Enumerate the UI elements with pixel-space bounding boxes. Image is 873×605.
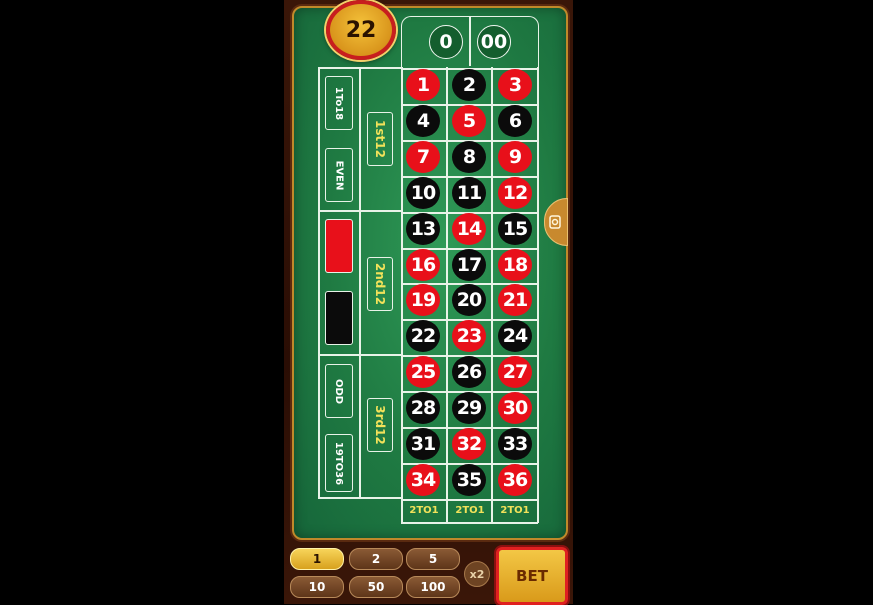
- bet-black[interactable]: [325, 291, 353, 345]
- bet-number-5[interactable]: 5: [452, 105, 486, 137]
- bet-number-2[interactable]: 2: [452, 69, 486, 101]
- table-grid-line: [318, 210, 402, 212]
- table-grid-line: [401, 522, 538, 524]
- bet-number-1[interactable]: 1: [406, 69, 440, 101]
- bet-number-21[interactable]: 21: [498, 284, 532, 316]
- bet-19-to-36-label: 19TO36: [333, 441, 345, 485]
- bet-1-to-18[interactable]: 1To18: [325, 76, 353, 130]
- bet-number-9[interactable]: 9: [498, 141, 532, 173]
- bet-number-24[interactable]: 24: [498, 320, 532, 352]
- bet-odd-label: ODD: [333, 378, 345, 404]
- bet-number-18[interactable]: 18: [498, 249, 532, 281]
- bet-number-34[interactable]: 34: [406, 464, 440, 496]
- bet-number-26[interactable]: 26: [452, 356, 486, 388]
- bet-column-1[interactable]: 2TO1: [401, 498, 447, 522]
- bet-column-2[interactable]: 2TO1: [447, 498, 493, 522]
- bet-number-25[interactable]: 25: [406, 356, 440, 388]
- bet-1-to-18-label: 1To18: [333, 86, 345, 120]
- bet-number-16[interactable]: 16: [406, 249, 440, 281]
- zero-divider: [469, 16, 471, 66]
- table-grid-line: [318, 497, 402, 499]
- chip-100[interactable]: 100: [406, 576, 460, 598]
- bet-number-27[interactable]: 27: [498, 356, 532, 388]
- chip-stack-icon: [549, 215, 561, 229]
- bet-number-30[interactable]: 30: [498, 392, 532, 424]
- bet-2nd-dozen-label: 2nd12: [373, 262, 387, 306]
- bet-number-28[interactable]: 28: [406, 392, 440, 424]
- bet-1st-dozen[interactable]: 1st12: [367, 112, 393, 166]
- table-grid-line: [359, 67, 361, 497]
- bet-number-14[interactable]: 14: [452, 213, 486, 245]
- table-grid-line: [401, 67, 403, 523]
- bet-3rd-dozen-label: 3rd12: [373, 405, 387, 445]
- bet-number-15[interactable]: 15: [498, 213, 532, 245]
- table-grid-line: [446, 67, 448, 523]
- bet-zero[interactable]: 0: [429, 25, 463, 59]
- table-grid-line: [318, 354, 402, 356]
- chip-10[interactable]: 10: [290, 576, 344, 598]
- bet-number-35[interactable]: 35: [452, 464, 486, 496]
- table-grid-line: [491, 67, 493, 523]
- bet-number-32[interactable]: 32: [452, 428, 486, 460]
- bet-3rd-dozen[interactable]: 3rd12: [367, 398, 393, 452]
- bet-number-19[interactable]: 19: [406, 284, 440, 316]
- bet-number-20[interactable]: 20: [452, 284, 486, 316]
- chip-1[interactable]: 1: [290, 548, 344, 570]
- bet-number-23[interactable]: 23: [452, 320, 486, 352]
- table-grid-line: [537, 67, 539, 523]
- double-bet-button[interactable]: x2: [464, 561, 490, 587]
- bet-button[interactable]: BET: [496, 547, 568, 605]
- bet-number-31[interactable]: 31: [406, 428, 440, 460]
- bet-number-4[interactable]: 4: [406, 105, 440, 137]
- table-grid-line: [318, 67, 402, 69]
- bet-even[interactable]: EVEN: [325, 148, 353, 202]
- bet-odd[interactable]: ODD: [325, 364, 353, 418]
- last-result-badge: 22: [326, 0, 396, 60]
- bet-number-33[interactable]: 33: [498, 428, 532, 460]
- chip-50[interactable]: 50: [349, 576, 403, 598]
- bet-number-6[interactable]: 6: [498, 105, 532, 137]
- bet-even-label: EVEN: [333, 160, 345, 190]
- table-grid-line: [318, 67, 320, 497]
- bet-column-3[interactable]: 2TO1: [492, 498, 538, 522]
- bet-number-8[interactable]: 8: [452, 141, 486, 173]
- bet-number-3[interactable]: 3: [498, 69, 532, 101]
- bet-number-11[interactable]: 11: [452, 177, 486, 209]
- bet-number-12[interactable]: 12: [498, 177, 532, 209]
- bet-red[interactable]: [325, 219, 353, 273]
- bet-number-29[interactable]: 29: [452, 392, 486, 424]
- chip-2[interactable]: 2: [349, 548, 403, 570]
- chip-5[interactable]: 5: [406, 548, 460, 570]
- bet-1st-dozen-label: 1st12: [373, 120, 387, 158]
- bet-number-22[interactable]: 22: [406, 320, 440, 352]
- bet-number-36[interactable]: 36: [498, 464, 532, 496]
- bet-number-7[interactable]: 7: [406, 141, 440, 173]
- bet-double-zero[interactable]: 00: [477, 25, 511, 59]
- bet-number-17[interactable]: 17: [452, 249, 486, 281]
- bet-number-13[interactable]: 13: [406, 213, 440, 245]
- bet-19-to-36[interactable]: 19TO36: [325, 434, 353, 492]
- bet-number-10[interactable]: 10: [406, 177, 440, 209]
- bet-2nd-dozen[interactable]: 2nd12: [367, 257, 393, 311]
